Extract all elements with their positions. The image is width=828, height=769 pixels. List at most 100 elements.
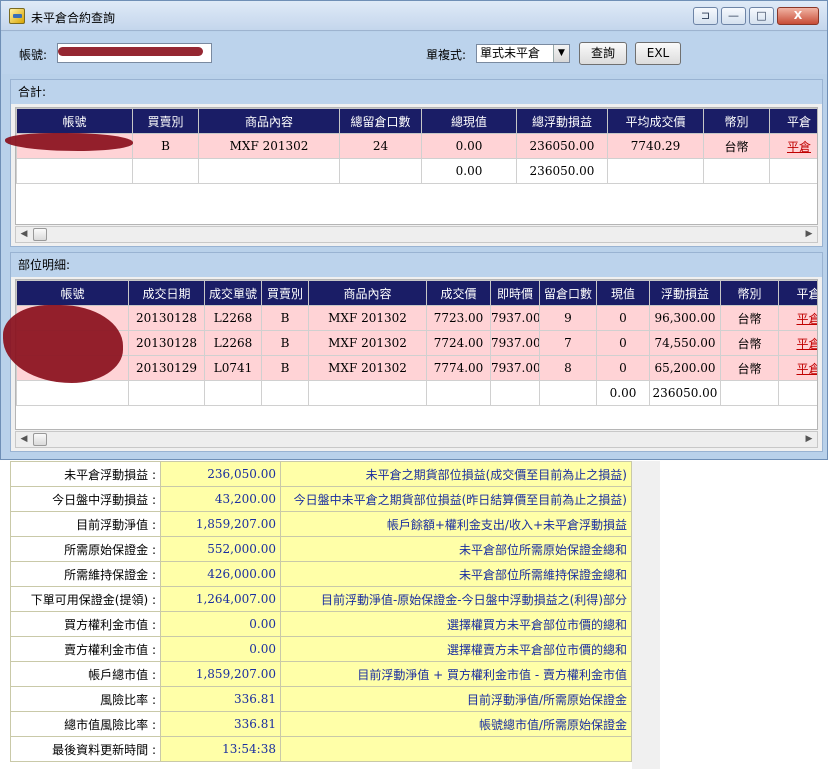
summary-value: 0.00: [160, 636, 281, 662]
mode-select[interactable]: 單式未平倉 ▼: [476, 44, 570, 63]
cell-close[interactable]: 平倉: [778, 355, 817, 381]
cell-order: [204, 380, 262, 406]
empty-cell: [199, 209, 340, 225]
cell-pnl: 65,200.00: [649, 355, 721, 381]
summary-row: 帳戶總市值 :1,859,207.00 目前浮動淨值 + 買方權利金市值 - 賣方…: [10, 661, 632, 687]
detail-col-header[interactable]: 成交日期: [128, 280, 205, 306]
cell-side: B: [261, 355, 309, 381]
summary-label: 最後資料更新時間 :: [10, 736, 161, 762]
scroll-left-icon[interactable]: ◀: [16, 432, 32, 447]
total-col-header[interactable]: 總現值: [421, 108, 517, 134]
detail-col-header[interactable]: 平倉: [778, 280, 817, 306]
total-col-header[interactable]: 平倉: [769, 108, 817, 134]
total-col-header[interactable]: 帳號: [16, 108, 133, 134]
summary-description: 目前浮動淨值/所需原始保證金: [280, 686, 632, 712]
scroll-right-icon[interactable]: ▶: [801, 227, 817, 242]
table-row[interactable]: 20130128 L2268 B MXF 201302 7723.00 7937.00 9 0…: [16, 305, 817, 331]
total-col-header[interactable]: 平均成交價: [607, 108, 704, 134]
cell-close[interactable]: [769, 158, 817, 184]
cell-close[interactable]: [778, 380, 817, 406]
scroll-thumb[interactable]: [33, 228, 47, 241]
empty-cell: [608, 209, 704, 225]
cell-currency: [720, 380, 779, 406]
summary-row: 總市值風險比率 :336.81 帳號總市值/所需原始保證金: [10, 711, 632, 737]
account-select[interactable]: [57, 43, 212, 63]
cell-currency: 台幣: [720, 305, 779, 331]
empty-row: [17, 184, 818, 209]
mode-label: 單複式:: [426, 48, 467, 62]
cell-date: [128, 380, 205, 406]
query-button[interactable]: 查詢: [579, 42, 627, 65]
summary-description: 未平倉部位所需原始保證金總和: [280, 536, 632, 562]
maximize-icon[interactable]: □: [749, 7, 774, 25]
summary-value: 236,050.00: [160, 461, 281, 487]
summary-description: 帳戶餘額+權利金支出/收入+未平倉浮動損益: [280, 511, 632, 537]
cell-account: [16, 158, 133, 184]
cell-close[interactable]: 平倉: [778, 305, 817, 331]
detail-col-header[interactable]: 現值: [596, 280, 650, 306]
table-row[interactable]: B MXF 201302 24 0.00 236050.00 7740.29 台幣 平倉: [16, 133, 817, 159]
total-col-header[interactable]: 幣別: [703, 108, 770, 134]
cell-product: MXF 201302: [308, 330, 427, 356]
cell-close[interactable]: 平倉: [769, 133, 817, 159]
total-col-header[interactable]: 總浮動損益: [516, 108, 608, 134]
detail-col-header[interactable]: 成交價: [426, 280, 491, 306]
detail-col-header[interactable]: 留倉口數: [539, 280, 597, 306]
detail-group: 部位明細: 帳號 成交日期 成交單號 買賣別 商品內容 成交價 即時價 留倉口數 現值 浮動損益幣…: [3, 252, 823, 452]
cell-lots: [339, 158, 422, 184]
detail-col-header[interactable]: 浮動損益: [649, 280, 721, 306]
scroll-right-icon[interactable]: ▶: [801, 432, 817, 447]
total-col-header[interactable]: 商品內容: [198, 108, 340, 134]
total-col-header[interactable]: 買賣別: [132, 108, 199, 134]
summary-label: 目前浮動淨值 :: [10, 511, 161, 537]
exl-button[interactable]: EXL: [635, 42, 681, 65]
cell-lots: [539, 380, 597, 406]
summary-value: 336.81: [160, 686, 281, 712]
cell-price: 7774.00: [426, 355, 491, 381]
scroll-thumb[interactable]: [33, 433, 47, 446]
detail-col-header[interactable]: 成交單號: [204, 280, 262, 306]
minimize-icon[interactable]: —: [721, 7, 746, 25]
detail-hscroll[interactable]: ◀ ▶: [15, 431, 818, 448]
summary-description: [280, 736, 632, 762]
summary-value: 0.00: [160, 611, 281, 637]
empty-cell: [133, 209, 199, 225]
cell-close[interactable]: 平倉: [778, 330, 817, 356]
detail-col-header[interactable]: 幣別: [720, 280, 779, 306]
table-row[interactable]: 0.00 236050.00: [16, 158, 817, 184]
close-icon[interactable]: X: [777, 7, 819, 25]
cell-product: MXF 201302: [308, 355, 427, 381]
cell-lots: 9: [539, 305, 597, 331]
detail-col-header[interactable]: 即時價: [490, 280, 540, 306]
summary-row: 最後資料更新時間 :13:54:38: [10, 736, 632, 762]
total-col-header[interactable]: 總留倉口數: [339, 108, 422, 134]
detail-header: 部位明細:: [11, 253, 822, 277]
total-hscroll[interactable]: ◀ ▶: [15, 226, 818, 243]
detail-col-header[interactable]: 商品內容: [308, 280, 427, 306]
summary-label: 總市值風險比率 :: [10, 711, 161, 737]
summary-value: 426,000.00: [160, 561, 281, 587]
title-bar[interactable]: 未平倉合約查詢 ⊐ — □ X: [1, 1, 827, 31]
background: [660, 461, 828, 769]
cell-order: L2268: [204, 330, 262, 356]
detail-col-header[interactable]: 買賣別: [261, 280, 309, 306]
table-row[interactable]: 20130128 L2268 B MXF 201302 7724.00 7937.00 7 0…: [16, 330, 817, 356]
detail-col-header[interactable]: 帳號: [16, 280, 129, 306]
table-row[interactable]: 0.00 236050.00: [16, 380, 817, 406]
app-icon: [9, 8, 25, 24]
summary-value: 1,859,207.00: [160, 511, 281, 537]
table-row[interactable]: 20130129 L0741 B MXF 201302 7774.00 7937.00 8 0…: [16, 355, 817, 381]
cell-live: [490, 380, 540, 406]
cell-current: 0: [596, 330, 650, 356]
pin-icon[interactable]: ⊐: [693, 7, 718, 25]
dropdown-arrow-icon[interactable]: ▼: [553, 45, 569, 62]
cell-date: 20130129: [128, 355, 205, 381]
cell-avg_price: [607, 158, 704, 184]
scroll-left-icon[interactable]: ◀: [16, 227, 32, 242]
empty-cell: [340, 184, 422, 209]
summary-value: 336.81: [160, 711, 281, 737]
summary-value: 552,000.00: [160, 536, 281, 562]
empty-cell: [422, 184, 517, 209]
cell-currency: [703, 158, 770, 184]
cell-price: 7724.00: [426, 330, 491, 356]
